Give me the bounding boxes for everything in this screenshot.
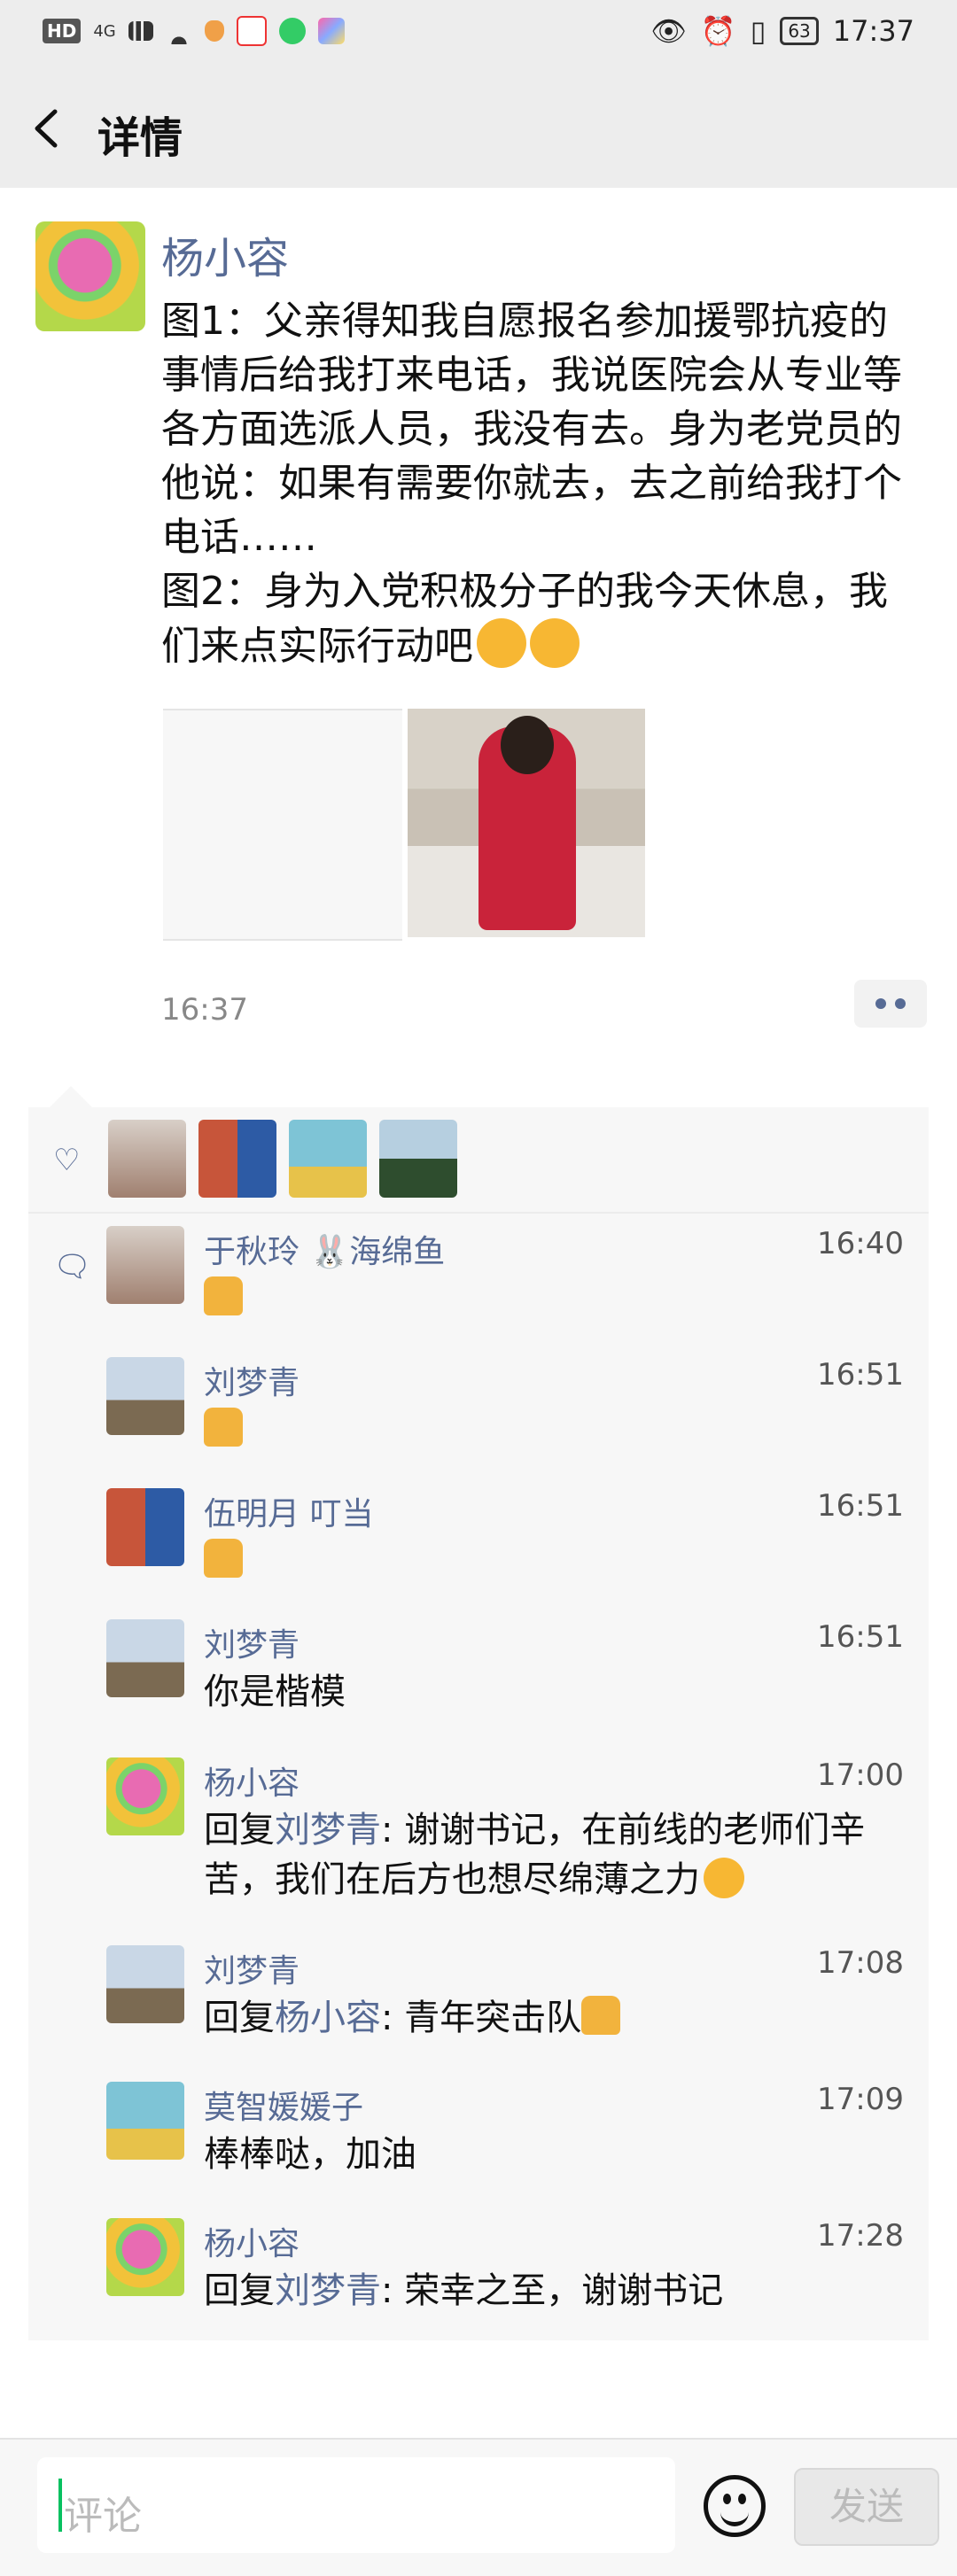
commenter-name[interactable]: 刘梦青 <box>204 1945 300 1991</box>
comment-time: 17:09 <box>817 2082 904 2117</box>
clock: 17:37 <box>832 14 914 48</box>
comment-text: 棒棒哒，加油 <box>204 2134 416 2175</box>
comment-text: 你是楷模 <box>204 1672 346 1712</box>
commenter-avatar[interactable] <box>106 1357 184 1435</box>
fist-emoji-icon <box>530 618 580 668</box>
author-name[interactable]: 杨小容 <box>161 223 289 285</box>
smiley-icon[interactable] <box>704 2475 766 2537</box>
eye-icon: 👁 <box>650 14 687 48</box>
comment-text <box>204 1536 913 1586</box>
interaction-panel: ♡ 🗨 于秋玲 🐰海绵鱼 16:40 刘梦青 16:51 伍明月 叮当 16:5… <box>28 1107 929 2340</box>
comment-time: 17:08 <box>817 1945 904 1981</box>
reply-target[interactable]: 杨小容 <box>275 1998 381 2038</box>
post-image-2[interactable] <box>408 709 645 937</box>
comment-time: 16:40 <box>817 1226 904 1261</box>
comment-text: 回复杨小容: 青年突击队 <box>204 1993 913 2043</box>
comment-input[interactable]: 评论 <box>37 2457 675 2553</box>
reply-target[interactable]: 刘梦青 <box>275 1810 381 1851</box>
heart-icon: ♡ <box>53 1143 81 1178</box>
comment-text: 回复刘梦青: 荣幸之至，谢谢书记 <box>204 2266 913 2316</box>
camera-app-icon <box>317 18 345 44</box>
reply-prefix: 回复 <box>204 2270 275 2311</box>
send-button[interactable]: 发送 <box>794 2468 939 2546</box>
commenter-avatar[interactable] <box>106 2082 184 2160</box>
status-bar: HD 4G 👁 ⏰ ▯ 63 17:37 <box>0 0 957 71</box>
dot-icon <box>895 998 906 1009</box>
more-actions-button[interactable] <box>854 980 927 1028</box>
commenter-name[interactable]: 伍明月 叮当 <box>204 1488 373 1534</box>
thumbs-up-icon <box>581 1996 621 2035</box>
thumbs-up-icon <box>204 1408 243 1447</box>
like-avatar[interactable] <box>289 1120 367 1198</box>
comment-time: 16:51 <box>817 1619 904 1655</box>
status-right: 👁 ⏰ ▯ 63 17:37 <box>650 14 914 48</box>
signal-icon <box>128 21 153 41</box>
chevron-left-icon <box>35 109 58 148</box>
shield-app-icon <box>204 20 224 42</box>
like-avatar[interactable] <box>108 1120 186 1198</box>
hd-badge: HD <box>43 19 82 43</box>
commenter-avatar[interactable] <box>106 1226 184 1304</box>
wifi-icon <box>165 18 192 44</box>
post-image-1[interactable] <box>163 709 402 941</box>
sina-app-icon <box>236 16 267 46</box>
commenter-avatar[interactable] <box>106 1757 184 1835</box>
page-title: 详情 <box>97 113 183 163</box>
comment-text <box>204 1274 913 1323</box>
comment-time: 16:51 <box>817 1357 904 1393</box>
smiley-mouth <box>720 2506 749 2526</box>
comment-time: 16:51 <box>817 1488 904 1524</box>
reply-prefix: 回复 <box>204 1998 275 2038</box>
thumbs-up-icon <box>204 1276 243 1315</box>
comment-composer: 评论 发送 <box>0 2438 957 2576</box>
commenter-name[interactable]: 莫智媛媛子 <box>204 2082 363 2128</box>
dot-icon <box>875 998 886 1009</box>
like-avatar[interactable] <box>379 1120 457 1198</box>
commenter-name[interactable]: 杨小容 <box>204 1757 300 1804</box>
commenter-avatar[interactable] <box>106 2218 184 2296</box>
smiley-eye <box>723 2494 731 2504</box>
comment-text: 回复刘梦青: 谢谢书记，在前线的老师们辛苦，我们在后方也想尽绵薄之力 <box>204 1805 913 1905</box>
battery-icon: 63 <box>780 17 819 45</box>
like-avatar[interactable] <box>198 1120 276 1198</box>
thumbs-up-icon <box>204 1539 243 1578</box>
post-text-line-1: 图1：父亲得知我自愿报名参加援鄂抗疫的事情后给我打来电话，我说医院会从专业等各方… <box>161 299 902 560</box>
reply-target[interactable]: 刘梦青 <box>275 2270 381 2311</box>
author-avatar[interactable] <box>35 221 145 331</box>
comment-placeholder: 评论 <box>64 2494 142 2539</box>
post-time: 16:37 <box>161 992 248 1028</box>
back-button[interactable] <box>25 97 74 159</box>
alarm-icon: ⏰ <box>700 14 736 48</box>
photo-head <box>501 716 554 774</box>
likes-row: ♡ <box>28 1107 929 1214</box>
comment-time: 17:00 <box>817 1757 904 1793</box>
comment-time: 17:28 <box>817 2218 904 2254</box>
reply-text: : 荣幸之至，谢谢书记 <box>381 2270 724 2311</box>
reply-text: : 青年突击队 <box>381 1998 582 2038</box>
commenter-avatar[interactable] <box>106 1619 184 1697</box>
post-text-line-2-content: 图2：身为入党积极分子的我今天休息，我们来点实际行动吧 <box>161 569 888 669</box>
signal-label: 4G <box>93 21 116 41</box>
reply-prefix: 回复 <box>204 1810 275 1851</box>
commenter-name[interactable]: 杨小容 <box>204 2218 300 2264</box>
text-caret <box>58 2479 62 2532</box>
fist-emoji-icon <box>477 618 526 668</box>
commenter-name[interactable]: 刘梦青 <box>204 1619 300 1665</box>
commenter-avatar[interactable] <box>106 1488 184 1566</box>
comment-icon: 🗨 <box>53 1249 92 1284</box>
commenter-name[interactable]: 刘梦青 <box>204 1357 300 1403</box>
title-bar: 详情 <box>0 71 957 188</box>
vibrate-icon: ▯ <box>750 14 766 48</box>
post-text: 图1：父亲得知我自愿报名参加援鄂抗疫的事情后给我打来电话，我说医院会从专业等各方… <box>161 294 914 673</box>
smiley-eye <box>738 2494 746 2504</box>
status-left: HD 4G <box>43 16 345 46</box>
fist-emoji-icon <box>704 1858 744 1898</box>
commenter-avatar[interactable] <box>106 1945 184 2023</box>
video-app-icon <box>278 18 306 44</box>
post-text-line-2: 图2：身为入党积极分子的我今天休息，我们来点实际行动吧 <box>161 564 914 673</box>
comment-text <box>204 1405 913 1455</box>
panel-arrow <box>50 1086 92 1107</box>
commenter-name[interactable]: 于秋玲 🐰海绵鱼 <box>204 1226 445 1272</box>
